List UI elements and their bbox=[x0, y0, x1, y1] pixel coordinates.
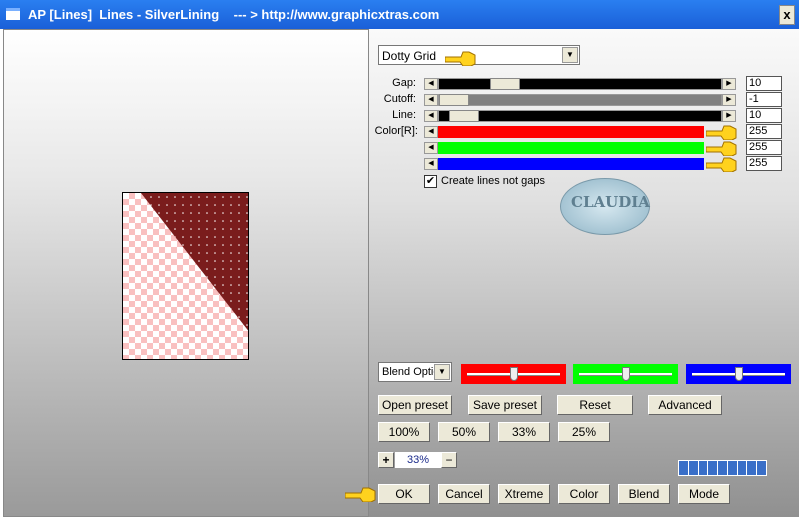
zoom-out-button[interactable]: − bbox=[441, 452, 457, 468]
slider-label: Line: bbox=[392, 109, 416, 121]
blend-options-dropdown[interactable]: Blend Optio ▼ bbox=[378, 362, 452, 382]
slider-thumb[interactable] bbox=[449, 110, 480, 122]
advanced-button[interactable]: Advanced bbox=[648, 395, 722, 415]
zoom-in-button[interactable]: + bbox=[378, 452, 394, 468]
color-value[interactable]: 255 bbox=[746, 156, 782, 171]
slider-thumb[interactable] bbox=[734, 367, 743, 381]
progress-segment bbox=[737, 461, 747, 475]
slider-thumb[interactable] bbox=[439, 94, 469, 106]
progress-segment bbox=[757, 461, 767, 475]
chevron-down-icon[interactable]: ▼ bbox=[434, 364, 450, 380]
preview-graphic bbox=[141, 193, 248, 331]
slider-track[interactable] bbox=[438, 110, 722, 122]
slider-value[interactable]: 10 bbox=[746, 76, 782, 91]
arrow-left-icon[interactable]: ◀ bbox=[424, 158, 438, 170]
color-label: Color[R]: bbox=[374, 125, 418, 137]
color-slider-track[interactable] bbox=[438, 142, 704, 154]
color-value[interactable]: 255 bbox=[746, 140, 782, 155]
arrow-left-icon[interactable]: ◀ bbox=[424, 126, 438, 138]
close-button[interactable]: x bbox=[779, 5, 795, 25]
pointing-hand-icon bbox=[445, 51, 476, 66]
cancel-button[interactable]: Cancel bbox=[438, 484, 490, 504]
slider-label: Cutoff: bbox=[383, 93, 416, 105]
arrow-left-icon[interactable]: ◀ bbox=[424, 110, 438, 122]
arrow-right-icon[interactable]: ▶ bbox=[722, 94, 736, 106]
arrow-left-icon[interactable]: ◀ bbox=[424, 94, 438, 106]
preview-image[interactable] bbox=[122, 192, 249, 360]
zoom-33-button[interactable]: 33% bbox=[498, 422, 550, 442]
chevron-down-icon[interactable]: ▼ bbox=[562, 47, 578, 63]
xtreme-button[interactable]: Xtreme bbox=[498, 484, 550, 504]
slider-thumb[interactable] bbox=[509, 367, 518, 381]
create-lines-label: Create lines not gaps bbox=[441, 175, 545, 187]
pointing-hand-icon bbox=[706, 157, 737, 172]
window-icon bbox=[6, 8, 20, 20]
preset-dropdown-value: Dotty Grid bbox=[382, 49, 437, 63]
zoom-100-button[interactable]: 100% bbox=[378, 422, 430, 442]
title-bar: AP [Lines] Lines - SilverLining --- > ht… bbox=[0, 0, 799, 29]
arrow-left-icon[interactable]: ◀ bbox=[424, 142, 438, 154]
blend-swatch-slider[interactable] bbox=[686, 364, 791, 384]
arrow-right-icon[interactable]: ▶ bbox=[722, 110, 736, 122]
pointing-hand-icon bbox=[706, 141, 737, 156]
color-slider-track[interactable] bbox=[438, 126, 704, 138]
progress-segment bbox=[727, 461, 737, 475]
slider-track[interactable] bbox=[438, 94, 722, 106]
zoom-50-button[interactable]: 50% bbox=[438, 422, 490, 442]
arrow-right-icon[interactable]: ▶ bbox=[722, 78, 736, 90]
color-slider-track[interactable] bbox=[438, 158, 704, 170]
create-lines-checkbox[interactable]: ✔ bbox=[424, 175, 437, 188]
slider-label: Gap: bbox=[392, 77, 416, 89]
progress-bar bbox=[678, 460, 767, 476]
slider-thumb[interactable] bbox=[621, 367, 630, 381]
color-button[interactable]: Color bbox=[558, 484, 610, 504]
logo-text: CLAUDIA bbox=[571, 193, 650, 211]
pointing-hand-icon bbox=[345, 487, 376, 502]
save-preset-button[interactable]: Save preset bbox=[468, 395, 542, 415]
blend-button[interactable]: Blend bbox=[618, 484, 670, 504]
progress-segment bbox=[708, 461, 718, 475]
blend-swatch-slider[interactable] bbox=[461, 364, 566, 384]
ok-button[interactable]: OK bbox=[378, 484, 430, 504]
zoom-value-field[interactable]: 33% bbox=[395, 452, 441, 468]
progress-segment bbox=[688, 461, 698, 475]
slider-thumb[interactable] bbox=[489, 78, 520, 90]
slider-track[interactable] bbox=[438, 78, 722, 90]
window-title: AP [Lines] Lines - SilverLining --- > ht… bbox=[28, 7, 440, 22]
open-preset-button[interactable]: Open preset bbox=[378, 395, 452, 415]
slider-value[interactable]: 10 bbox=[746, 108, 782, 123]
reset-button[interactable]: Reset bbox=[557, 395, 633, 415]
claudia-logo: CLAUDIA bbox=[560, 178, 650, 235]
pointing-hand-icon bbox=[706, 125, 737, 140]
color-value[interactable]: 255 bbox=[746, 124, 782, 139]
arrow-left-icon[interactable]: ◀ bbox=[424, 78, 438, 90]
progress-segment bbox=[698, 461, 708, 475]
slider-value[interactable]: -1 bbox=[746, 92, 782, 107]
progress-segment bbox=[679, 461, 688, 475]
mode-button[interactable]: Mode bbox=[678, 484, 730, 504]
zoom-25-button[interactable]: 25% bbox=[558, 422, 610, 442]
preset-dropdown[interactable]: Dotty Grid ▼ bbox=[378, 45, 580, 65]
blend-swatch-slider[interactable] bbox=[573, 364, 678, 384]
blend-dropdown-value: Blend Optio bbox=[382, 366, 440, 378]
progress-segment bbox=[747, 461, 757, 475]
progress-segment bbox=[718, 461, 727, 475]
